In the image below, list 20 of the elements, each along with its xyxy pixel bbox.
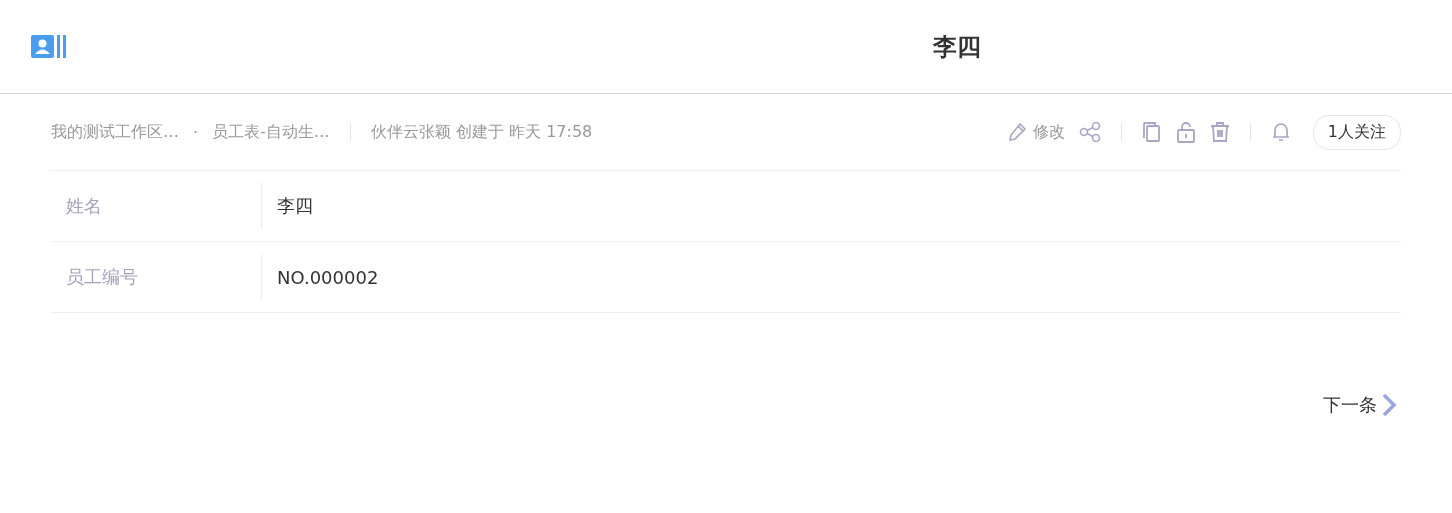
field-value: 李四 [276,194,313,218]
copy-icon[interactable] [1141,121,1162,143]
field-label: 员工编号 [51,254,262,300]
field-label: 姓名 [51,183,262,229]
breadcrumb-link[interactable]: 员工表-自动生… [212,121,330,143]
breadcrumb-separator: · [193,122,199,142]
field-value: NO.000002 [276,266,379,288]
next-record-button[interactable]: 下一条 [1323,393,1401,417]
bell-icon[interactable] [1270,121,1291,143]
chevron-right-icon [1381,393,1397,417]
pencil-icon [1006,122,1027,142]
unlock-icon[interactable] [1175,121,1196,143]
trash-icon[interactable] [1209,121,1230,143]
record-title: 李四 [933,31,981,63]
creator-info: 伙伴云张颖 创建于 昨天 17:58 [370,121,593,143]
breadcrumb-link[interactable]: 我的测试工作区… [51,121,179,143]
edit-button[interactable]: 修改 [1006,121,1065,143]
follow-button[interactable]: 1人关注 [1312,114,1401,150]
share-icon[interactable] [1078,122,1101,142]
contact-card-icon[interactable] [31,34,69,59]
